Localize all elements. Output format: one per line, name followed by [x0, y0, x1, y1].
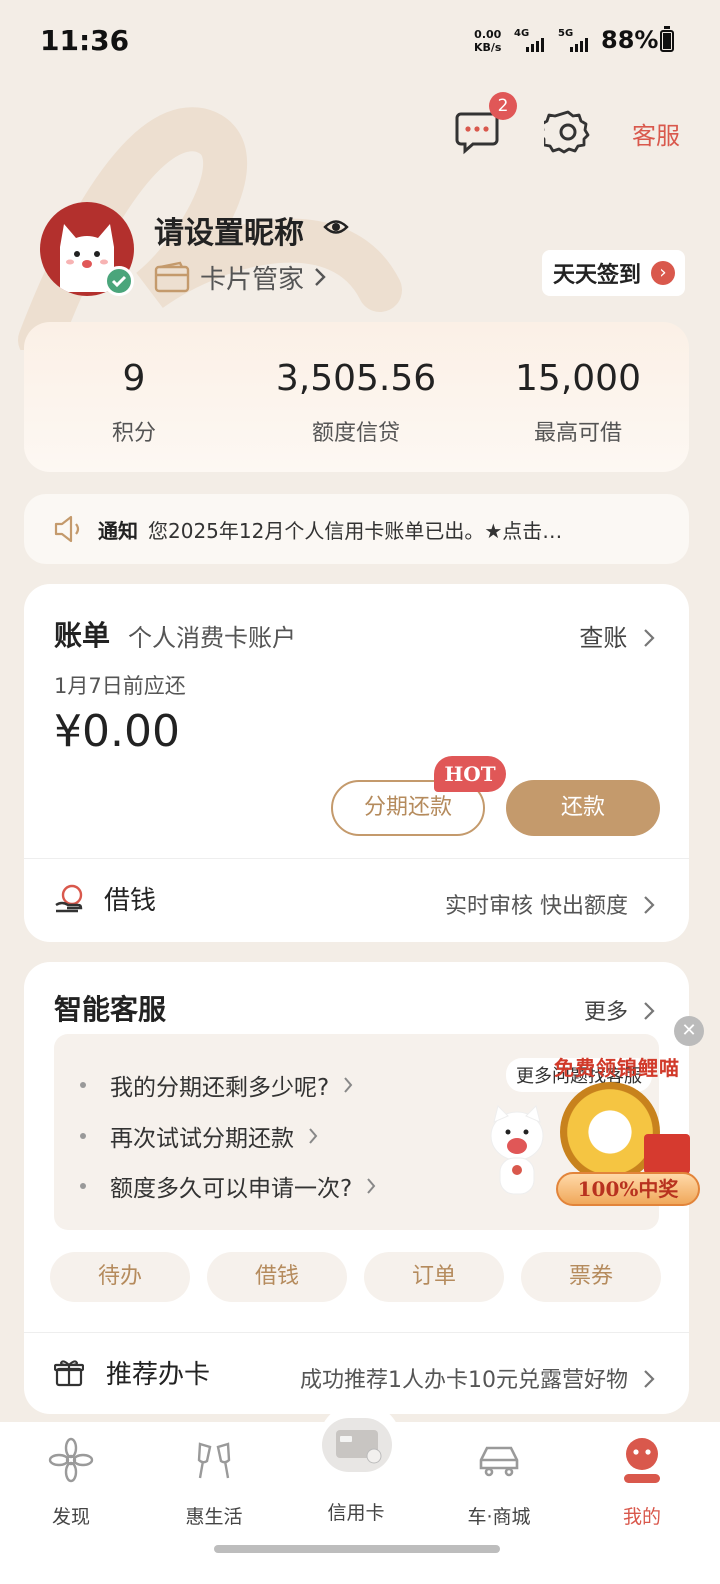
home-indicator	[214, 1545, 500, 1553]
divider	[24, 858, 689, 859]
chevron-right-icon	[644, 1370, 655, 1388]
faq-item[interactable]: 额度多久可以申请一次?	[80, 1169, 376, 1203]
bill-card: 账单 个人消费卡账户 查账 1月7日前应还 ¥0.00 分期还款 HOT 还款 …	[24, 584, 689, 942]
borrow-desc[interactable]: 实时审核 快出额度	[445, 888, 655, 920]
stat-points[interactable]: 9 积分	[24, 358, 244, 447]
chevron-right-icon	[344, 1077, 353, 1093]
battery-percent: 88%	[601, 26, 659, 54]
quick-chips: 待办 借钱 订单 票券	[50, 1252, 661, 1302]
smart-service-more-link[interactable]: 更多	[584, 994, 655, 1026]
daily-checkin-button[interactable]: 天天签到 ›	[542, 250, 685, 296]
wallet-icon	[154, 261, 190, 293]
promo-close-button[interactable]: ✕	[674, 1016, 704, 1046]
signal-5g-icon	[570, 38, 588, 52]
chevron-right-circle-icon: ›	[651, 261, 676, 285]
status-bar: 11:36 0.00 KB/s 4G 5G 88%	[0, 0, 720, 80]
chip-todo[interactable]: 待办	[50, 1252, 190, 1302]
status-time: 11:36	[40, 24, 130, 57]
cat-mascot-icon	[490, 1105, 544, 1195]
check-bill-link[interactable]: 查账	[579, 618, 655, 653]
tab-mine[interactable]: 我的	[582, 1436, 702, 1529]
customer-service-link[interactable]: 客服	[632, 116, 680, 151]
notice-bar[interactable]: 通知 您2025年12月个人信用卡账单已出。★点击…	[24, 494, 689, 564]
card-manager-label: 卡片管家	[200, 264, 305, 295]
settings-gear-icon[interactable]	[544, 108, 592, 156]
chip-borrow[interactable]: 借钱	[207, 1252, 347, 1302]
recommend-label: 推荐办卡	[106, 1360, 211, 1390]
divider	[24, 1332, 689, 1333]
checkin-label: 天天签到	[553, 263, 642, 288]
stat-credit-loan[interactable]: 3,505.56 额度信贷	[246, 358, 466, 447]
notice-tag: 通知	[98, 518, 138, 543]
eye-icon[interactable]	[323, 214, 349, 240]
verified-check-icon	[104, 266, 134, 296]
signal-4g-icon	[526, 38, 544, 52]
stat-max-borrow[interactable]: 15,000 最高可借	[468, 358, 688, 447]
account-stats-card: 9 积分 3,505.56 额度信贷 15,000 最高可借	[24, 322, 689, 472]
speaker-icon	[54, 515, 80, 543]
chevron-right-icon	[315, 268, 326, 286]
bill-account: 个人消费卡账户	[128, 624, 296, 652]
chip-orders[interactable]: 订单	[364, 1252, 504, 1302]
chip-coupons[interactable]: 票券	[521, 1252, 661, 1302]
recommend-desc[interactable]: 成功推荐1人办卡10元兑露营好物	[300, 1362, 655, 1394]
credit-card-icon[interactable]	[322, 1418, 392, 1472]
chevron-right-icon	[309, 1128, 318, 1144]
tab-car-mall[interactable]: 车·商城	[439, 1436, 559, 1529]
promo-ribbon[interactable]: 100%中奖	[556, 1172, 700, 1206]
notice-message: 您2025年12月个人信用卡账单已出。★点击…	[148, 518, 563, 543]
smart-service-title: 智能客服	[54, 993, 167, 1026]
bill-title: 账单	[54, 619, 111, 652]
hot-badge: HOT	[434, 756, 506, 792]
battery-icon	[660, 26, 674, 52]
borrow-row[interactable]: 借钱	[54, 880, 156, 917]
nickname[interactable]: 请设置昵称	[154, 208, 304, 252]
message-badge: 2	[489, 92, 517, 120]
amount-due: ¥0.00	[54, 706, 180, 757]
cheers-icon	[197, 1442, 231, 1479]
chevron-right-icon	[367, 1178, 376, 1194]
tab-discover[interactable]: 发现	[11, 1436, 131, 1529]
gift-icon	[54, 1359, 84, 1386]
car-icon	[479, 1446, 519, 1477]
chevron-right-icon	[644, 629, 655, 647]
promo-title[interactable]: 免费领锦鲤喵	[554, 1052, 680, 1081]
chevron-right-icon	[644, 896, 655, 914]
repay-button[interactable]: 还款	[506, 780, 660, 836]
hand-coin-icon	[55, 884, 83, 912]
tab-life[interactable]: 惠生活	[154, 1436, 274, 1529]
borrow-label: 借钱	[104, 886, 157, 916]
due-date-text: 1月7日前应还	[54, 674, 186, 698]
gift-box-icon	[644, 1134, 690, 1174]
profile-face-icon	[624, 1438, 660, 1483]
card-manager-link[interactable]: 卡片管家	[154, 260, 326, 295]
recommend-card-row[interactable]: 推荐办卡	[54, 1354, 210, 1391]
faq-item[interactable]: 我的分期还剩多少呢?	[80, 1068, 353, 1102]
faq-item[interactable]: 再次试试分期还款	[80, 1119, 318, 1153]
flower-icon	[48, 1437, 94, 1483]
chevron-right-icon	[644, 1002, 655, 1020]
network-speed: 0.00 KB/s	[474, 28, 502, 54]
